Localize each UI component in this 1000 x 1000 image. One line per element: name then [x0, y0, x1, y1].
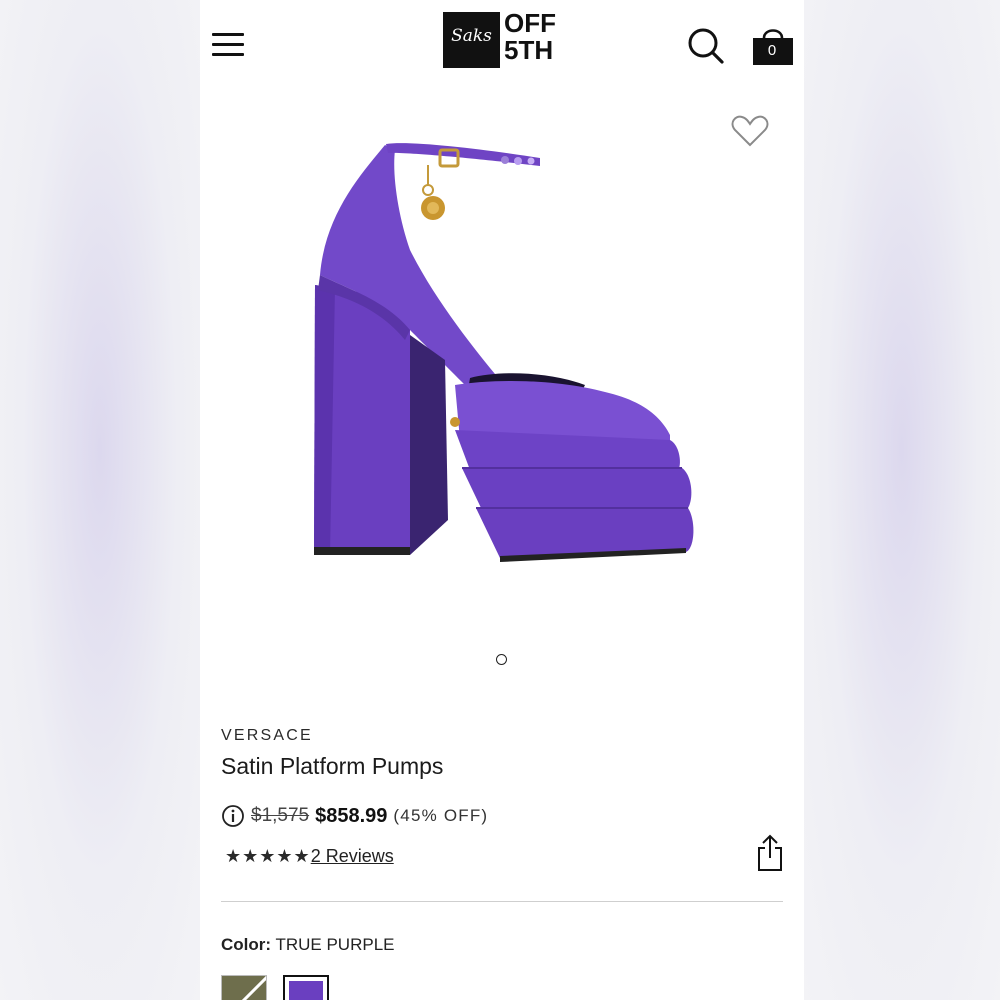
color-swatch-true-purple[interactable] — [283, 975, 329, 1000]
logo-line-1: OFF — [504, 8, 556, 38]
heart-icon[interactable] — [730, 114, 770, 148]
divider — [221, 901, 783, 902]
color-swatch-green[interactable] — [221, 975, 267, 1000]
product-image[interactable] — [300, 130, 700, 570]
header: Saks OFF 5TH 0 — [200, 0, 804, 90]
swatch-fill — [289, 981, 323, 1000]
product-page: Saks OFF 5TH 0 VERSACE Satin Platform Pu… — [200, 0, 804, 1000]
reviews-link[interactable]: 2 Reviews — [311, 846, 394, 867]
product-title: Satin Platform Pumps — [221, 753, 444, 779]
color-selection-label: Color: TRUE PURPLE — [221, 935, 395, 955]
color-value: TRUE PURPLE — [275, 935, 395, 954]
price-row: $1,575 $858.99 (45% OFF) — [221, 802, 488, 830]
sale-price: $858.99 — [315, 804, 388, 827]
logo-line-2: 5TH — [504, 35, 554, 65]
original-price: $1,575 — [251, 805, 310, 826]
share-icon[interactable] — [756, 834, 784, 872]
info-icon[interactable] — [221, 804, 245, 828]
background-blur-left — [0, 0, 200, 1000]
color-label: Color: — [221, 935, 272, 954]
product-brand[interactable]: VERSACE — [221, 727, 313, 745]
rating-row: ★★★★★ 2 Reviews — [225, 843, 394, 869]
discount-label: (45% OFF) — [393, 806, 489, 825]
carousel-dot[interactable] — [496, 654, 507, 665]
background-blur-right — [804, 0, 1000, 1000]
cart-count: 0 — [767, 42, 777, 59]
logo-script: Saks — [451, 26, 492, 46]
star-rating-icon: ★★★★★ — [225, 845, 311, 866]
logo-text: OFF 5TH — [504, 10, 574, 64]
logo[interactable]: Saks — [443, 12, 500, 68]
menu-icon[interactable] — [212, 30, 244, 60]
search-icon[interactable] — [686, 26, 726, 66]
